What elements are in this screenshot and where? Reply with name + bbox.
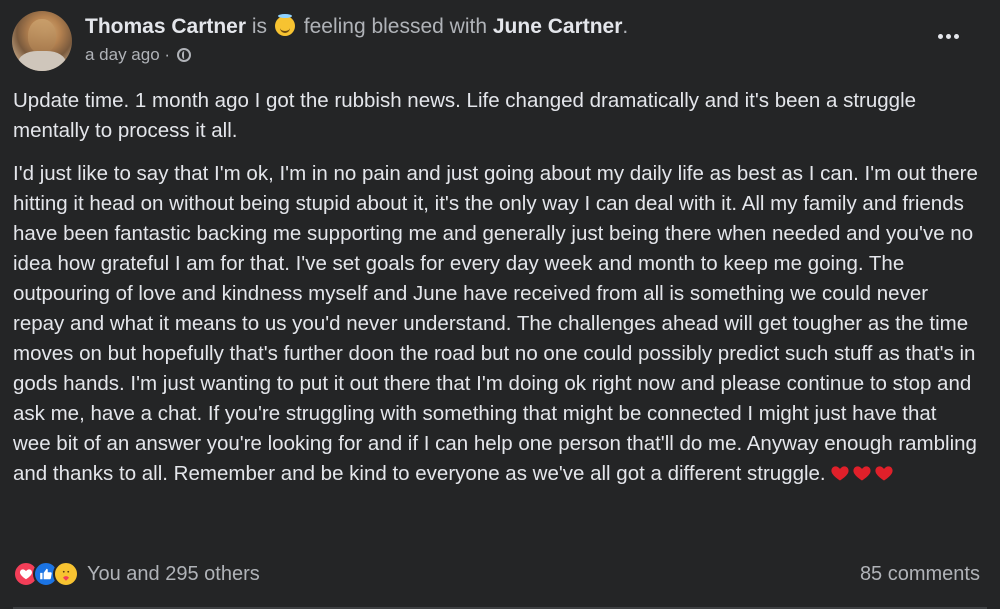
post-content: Update time. 1 month ago I got the rubbi…	[13, 86, 978, 505]
feeling-text: feeling blessed with	[303, 15, 488, 38]
author-line: Thomas Cartner is feeling blessed with J…	[85, 14, 628, 40]
blessed-emoji-icon	[274, 14, 295, 36]
avatar[interactable]	[12, 11, 72, 71]
heart-emoji-icon	[830, 463, 850, 483]
reactions-summary[interactable]: You and 295 others	[13, 561, 260, 587]
tagged-person[interactable]: June Cartner	[493, 15, 623, 38]
post-header: Thomas Cartner is feeling blessed with J…	[12, 10, 980, 72]
post-paragraph-2-text: I'd just like to say that I'm ok, I'm in…	[13, 162, 978, 485]
more-dot-3	[953, 33, 959, 39]
facebook-post: Thomas Cartner is feeling blessed with J…	[0, 0, 1000, 609]
heart-emojis	[830, 462, 896, 492]
author-line-period: .	[622, 15, 629, 38]
avatar-body	[18, 51, 66, 71]
post-paragraph-2: I'd just like to say that I'm ok, I'm in…	[13, 159, 978, 492]
post-time[interactable]: a day ago	[85, 45, 160, 64]
author-name[interactable]: Thomas Cartner	[85, 15, 246, 38]
is-text: is	[251, 15, 268, 38]
post-meta: a day ago ·	[85, 44, 191, 66]
comments-count[interactable]: 85 comments	[860, 563, 980, 586]
care-reaction-icon	[53, 561, 79, 587]
post-footer: You and 295 others 85 comments	[13, 557, 980, 591]
post-paragraph-1: Update time. 1 month ago I got the rubbi…	[13, 89, 917, 142]
heart-emoji-icon	[874, 463, 894, 483]
reactions-text: You and 295 others	[87, 562, 260, 585]
globe-icon[interactable]	[176, 48, 191, 62]
heart-emoji-icon	[852, 463, 872, 483]
avatar-face	[28, 19, 56, 53]
more-dot-1	[937, 33, 943, 39]
more-options-icon[interactable]	[930, 24, 966, 48]
more-dot-2	[945, 33, 951, 39]
meta-separator: ·	[164, 45, 171, 64]
reaction-icons	[13, 561, 79, 587]
